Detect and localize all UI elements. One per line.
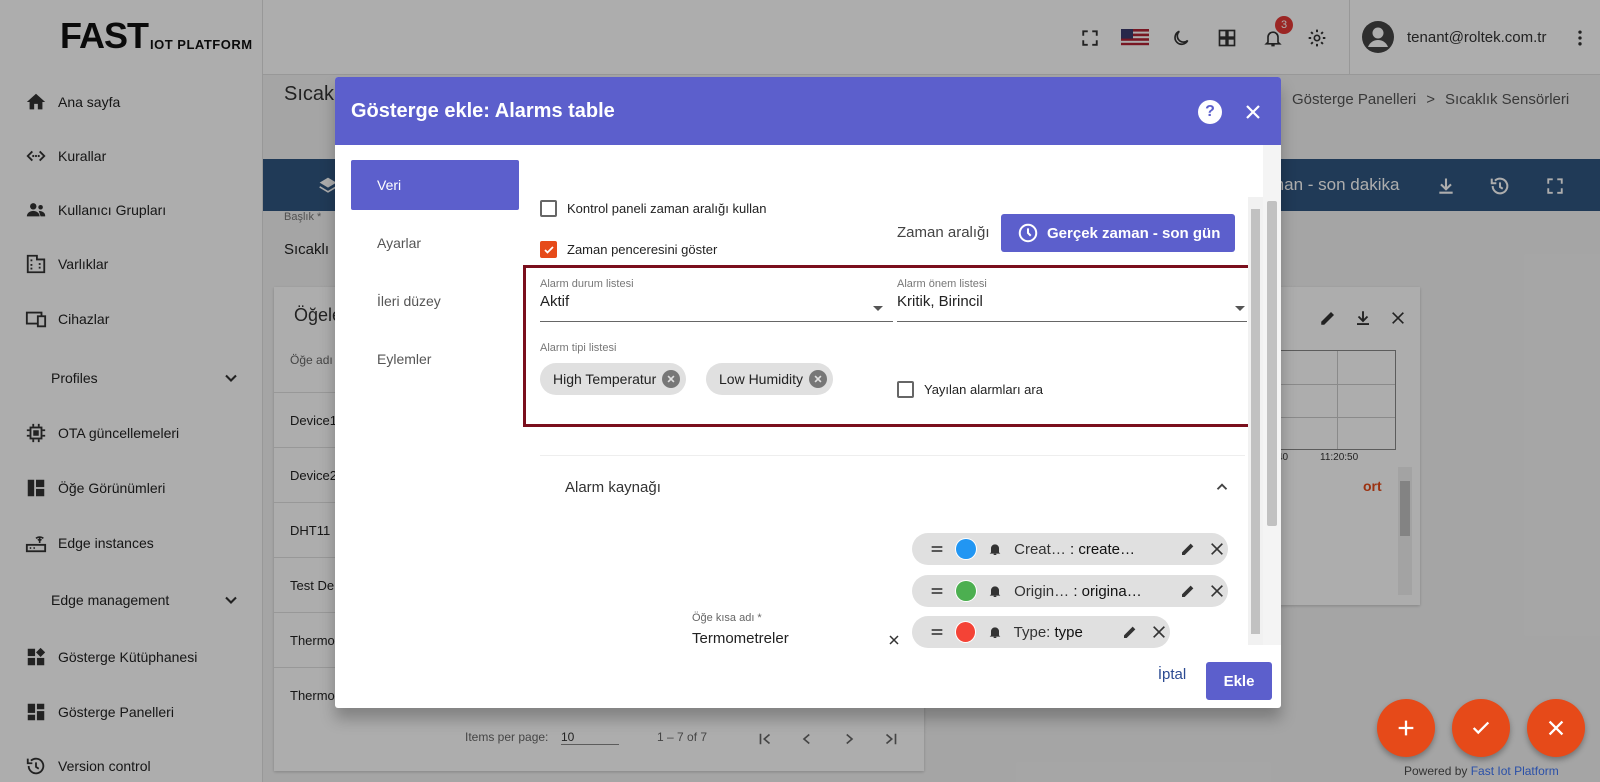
content-scrollbar[interactable] (1248, 197, 1263, 645)
alarm-severity-select[interactable]: Alarm önem listesi Kritik, Birincil (897, 278, 1247, 310)
tab-actions[interactable]: Eylemler (351, 334, 519, 384)
key-color-dot[interactable] (955, 538, 977, 560)
tab-advanced[interactable]: İleri düzey (351, 276, 519, 326)
key-color-dot[interactable] (955, 580, 977, 602)
key-label: Creat… : create… (1014, 540, 1136, 558)
tab-settings[interactable]: Ayarlar (351, 218, 519, 268)
data-key-chip[interactable]: Origin… : origina… (912, 575, 1228, 607)
alarm-type-field: Alarm tipi listesi (540, 342, 616, 354)
dialog-title: Gösterge ekle: Alarms table (351, 100, 615, 122)
dialog-close-icon[interactable] (1241, 100, 1265, 124)
chip-remove-icon[interactable] (662, 370, 681, 388)
key-label: Origin… : origina… (1014, 582, 1142, 600)
checkbox-box-checked (540, 241, 557, 258)
data-key-chip[interactable]: Type: type (912, 616, 1170, 648)
bell-icon (985, 538, 1006, 560)
checkbox-label: Zaman penceresini göster (567, 242, 718, 257)
remove-key-icon[interactable] (1207, 538, 1228, 560)
remove-key-icon[interactable] (1149, 621, 1170, 643)
field-underline (540, 321, 893, 322)
chevron-up-icon[interactable] (1210, 475, 1234, 499)
key-label: Type: type (1013, 623, 1083, 641)
timewindow-label: Zaman aralığı (897, 224, 990, 241)
edit-pencil-icon[interactable] (1177, 580, 1198, 602)
alarm-status-label: Alarm durum listesi (540, 278, 634, 290)
clock-icon (1017, 222, 1039, 244)
powered-by: Powered by Fast Iot Platform (1404, 764, 1559, 778)
checkbox-label: Yayılan alarmları ara (924, 382, 1043, 397)
search-propagated-alarms-checkbox[interactable]: Yayılan alarmları ara (897, 381, 1043, 398)
alarm-status-value: Aktif (540, 293, 570, 310)
add-widget-fab[interactable] (1377, 699, 1435, 757)
data-key-chip[interactable]: Creat… : create… (912, 533, 1228, 565)
dropdown-arrow-icon[interactable] (1235, 306, 1245, 311)
add-button[interactable]: Ekle (1206, 662, 1272, 700)
entity-short-name-label: Öğe kısa adı * (692, 612, 762, 624)
alarm-type-chip[interactable]: High Temperatur (540, 363, 687, 395)
chip-remove-icon[interactable] (809, 370, 828, 388)
cancel-fab[interactable] (1527, 699, 1585, 757)
alarm-severity-value: Kritik, Birincil (897, 293, 983, 310)
bell-icon (984, 621, 1005, 643)
checkbox-label: Kontrol paneli zaman aralığı kullan (567, 201, 767, 216)
entity-short-name-input[interactable]: Termometreler (692, 630, 789, 647)
tab-data[interactable]: Veri (351, 160, 519, 210)
edit-pencil-icon[interactable] (1177, 538, 1198, 560)
show-timewindow-checkbox[interactable]: Zaman penceresini göster (540, 241, 717, 258)
drag-handle-icon[interactable] (926, 621, 947, 643)
chip-label: High Temperatur (553, 371, 657, 387)
alarm-source-title[interactable]: Alarm kaynağı (565, 479, 661, 496)
edit-pencil-icon[interactable] (1120, 621, 1141, 643)
add-widget-dialog: Gösterge ekle: Alarms table ? Veri Ayarl… (335, 77, 1281, 708)
alarm-status-select[interactable]: Alarm durum listesi Aktif (540, 278, 893, 310)
alarm-type-label: Alarm tipi listesi (540, 342, 617, 354)
cancel-button[interactable]: İptal (1147, 659, 1197, 689)
dialog-header: Gösterge ekle: Alarms table ? (335, 77, 1281, 145)
checkbox-box (897, 381, 914, 398)
save-fab[interactable] (1452, 699, 1510, 757)
powered-by-link[interactable]: Fast Iot Platform (1471, 764, 1559, 778)
dialog-scrollbar[interactable] (1263, 145, 1281, 645)
timewindow-button[interactable]: Gerçek zaman - son gün (1001, 214, 1235, 252)
timewindow-button-label: Gerçek zaman - son gün (1047, 224, 1221, 242)
dropdown-arrow-icon[interactable] (873, 306, 883, 311)
key-color-dot[interactable] (955, 621, 977, 643)
bell-icon (985, 580, 1006, 602)
help-icon[interactable]: ? (1198, 100, 1222, 124)
checkbox-box (540, 200, 557, 217)
drag-handle-icon[interactable] (926, 580, 947, 602)
clear-icon[interactable] (884, 630, 904, 650)
alarm-type-chip[interactable]: Low Humidity (706, 363, 834, 395)
alarm-severity-label: Alarm önem listesi (897, 278, 987, 290)
field-underline (897, 321, 1247, 322)
section-divider (540, 455, 1245, 456)
remove-key-icon[interactable] (1207, 580, 1228, 602)
drag-handle-icon[interactable] (926, 538, 947, 560)
use-dashboard-timewindow-checkbox[interactable]: Kontrol paneli zaman aralığı kullan (540, 200, 766, 217)
chip-label: Low Humidity (719, 371, 804, 387)
